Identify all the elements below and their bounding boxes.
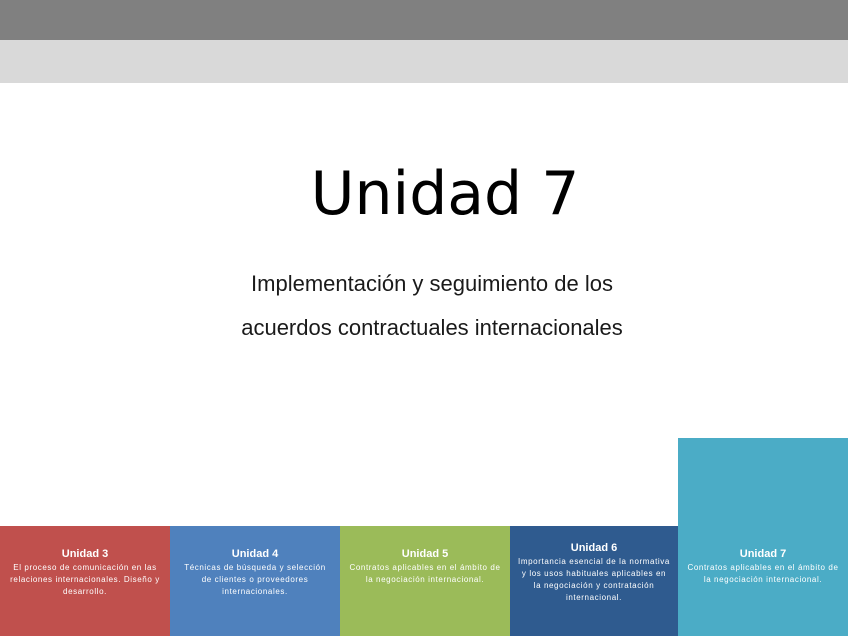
unit-tile-title: Unidad 5 — [401, 548, 449, 560]
unit-tile-description: Contratos aplicables en el ámbito de la … — [349, 563, 501, 584]
top-bar — [0, 0, 848, 40]
unit-tile-title: Unidad 6 — [570, 542, 618, 554]
unit-tile-description: Importancia esencial de la normativa y l… — [518, 557, 670, 602]
subtitle-line-1: Implementación y seguimiento de los — [251, 271, 613, 296]
subtitle-line-2: acuerdos contractuales internacionales — [241, 315, 623, 340]
unit-tile-title: Unidad 3 — [61, 548, 109, 560]
slide-title: Unidad 7 — [310, 159, 580, 229]
unit-tile-4[interactable]: Unidad 4 Técnicas de búsqueda y selecció… — [170, 526, 340, 636]
unit-tile-3[interactable]: Unidad 3 El proceso de comunicación en l… — [0, 526, 170, 636]
unit-tile-title: Unidad 7 — [739, 548, 787, 560]
unit-tile-title: Unidad 4 — [231, 548, 279, 560]
unit-tile-5[interactable]: Unidad 5 Contratos aplicables en el ámbi… — [340, 526, 510, 636]
sub-bar — [0, 40, 848, 83]
slide-subtitle: Implementación y seguimiento de los acue… — [0, 262, 848, 350]
unit-tile-description: Contratos aplicables en el ámbito de la … — [687, 563, 839, 584]
unit-tile-6[interactable]: Unidad 6 Importancia esencial de la norm… — [510, 526, 678, 636]
unit-tile-description: El proceso de comunicación en las relaci… — [10, 563, 160, 596]
unit-tile-7[interactable]: Unidad 7 Contratos aplicables en el ámbi… — [678, 438, 848, 636]
unit-tile-description: Técnicas de búsqueda y selección de clie… — [184, 563, 326, 596]
